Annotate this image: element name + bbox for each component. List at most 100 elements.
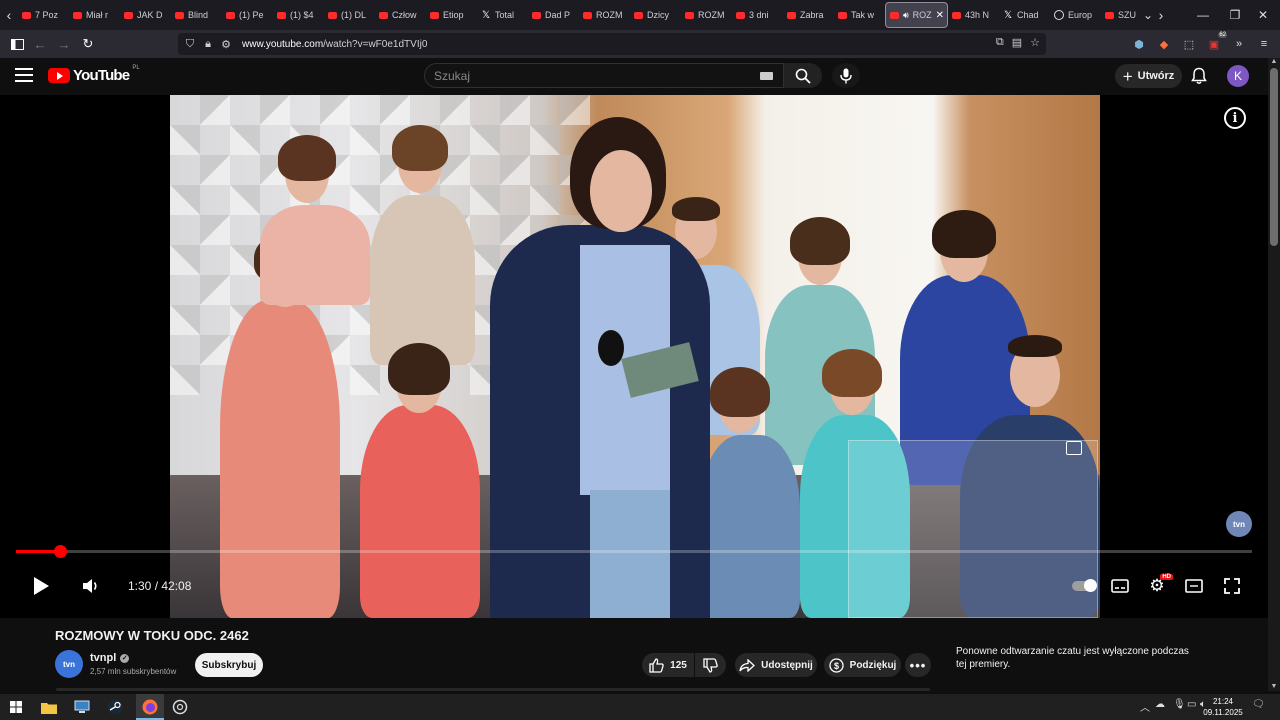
tab-audio-icon[interactable]: 🔊︎ [903,10,909,21]
sidebar-toggle-icon[interactable] [5,32,29,56]
steam-icon[interactable] [105,697,125,717]
url-text[interactable]: www.youtube.com/watch?v=wF0e1dTVIj0 [242,39,427,50]
hd-badge: HD [1160,574,1173,580]
lock-icon[interactable]: 🔒︎ [202,38,214,51]
info-icon[interactable]: i [1224,107,1246,129]
notifications-icon[interactable]: 🗨︎ [1252,699,1265,710]
tab-scroll-left-button[interactable]: ‹ [0,0,18,30]
forward-button[interactable]: → [52,32,76,56]
video-player[interactable]: i tvn 1:30 / 42:08 ⚙ HD [0,95,1268,618]
thanks-button[interactable]: $ Podziękuj [824,653,901,677]
browser-tab[interactable]: 𝕏 Total [477,2,528,28]
progress-bar[interactable] [16,545,1252,558]
share-button[interactable]: Udostępnij [735,653,817,677]
keyboard-icon[interactable] [760,72,773,80]
onedrive-cloud-icon[interactable]: ☁ [1155,699,1165,710]
browser-tab[interactable]: (1) DL [324,2,375,28]
video-frame[interactable] [170,95,1100,618]
chatgpt-icon[interactable] [170,697,190,717]
browser-tab[interactable]: Dzicy [630,2,681,28]
browser-tab[interactable]: (1) $4 [273,2,324,28]
browser-tab[interactable]: 𝕏 Chad [999,2,1050,28]
tab-label: ROZM [698,10,725,20]
subscribe-button[interactable]: Subskrybuj [195,653,263,677]
search-input[interactable]: Szukaj [424,63,784,88]
reload-button[interactable]: ↻ [76,32,100,56]
theater-mode-button[interactable] [1182,572,1206,600]
channel-name-link[interactable]: tvnpl ✓ [90,652,130,664]
browser-tab[interactable]: Miał r [69,2,120,28]
guide-menu-icon[interactable] [15,68,33,82]
app-menu-icon[interactable]: ≡ [1256,36,1272,52]
overflow-menu-icon[interactable]: » [1231,36,1247,52]
browser-tab[interactable]: Człow [375,2,426,28]
tracking-shield-icon[interactable]: ⛉ [184,38,196,51]
extensions-icon[interactable]: ⬚ [1181,36,1197,52]
list-all-tabs-button[interactable]: ⌄ [1131,0,1165,30]
play-button[interactable] [28,572,54,600]
microphone-tray-icon[interactable]: 🎙︎ [1173,699,1186,710]
browser-tab[interactable]: Etiop [426,2,477,28]
browser-tab[interactable]: Europ [1050,2,1101,28]
minimize-button[interactable]: — [1186,0,1220,30]
browser-tab[interactable]: 7 Poz [18,2,69,28]
extension-shield-icon[interactable]: ⬢ [1131,36,1147,52]
voice-search-button[interactable] [832,63,860,88]
volume-button[interactable] [80,572,102,600]
browser-tab[interactable]: 🔊︎ ROZ ✕ [885,2,948,28]
audience-person [360,405,480,618]
address-bar[interactable]: ⛉ 🔒︎ ⚙ www.youtube.com/watch?v=wF0e1dTVI… [178,33,1046,55]
browser-tab[interactable]: Tak w [834,2,885,28]
notifications-bell-icon[interactable] [1190,67,1208,85]
autoplay-toggle[interactable] [1071,572,1097,600]
description-box-edge[interactable] [56,688,930,691]
more-actions-button[interactable]: ••• [905,653,931,677]
progress-scrubber[interactable] [54,545,67,558]
remote-desktop-icon[interactable] [72,697,92,717]
settings-button[interactable]: ⚙ HD [1145,572,1173,600]
browser-tab[interactable]: Blind [171,2,222,28]
browser-tab[interactable]: 43h N [948,2,999,28]
scroll-down-arrow[interactable]: ▼ [1270,683,1278,691]
scroll-up-arrow[interactable]: ▲ [1270,58,1278,66]
extension-fox-icon[interactable]: ◆ [1156,36,1172,52]
show-hidden-icons-icon[interactable]: ︿ [1140,699,1150,714]
close-window-button[interactable]: ✕ [1246,0,1280,30]
share-label: Udostępnij [761,659,813,671]
miniplayer-hint-icon[interactable] [1066,441,1082,455]
close-tab-icon[interactable]: ✕ [936,10,944,21]
picture-in-picture-icon[interactable]: ⧉ [996,36,1004,49]
browser-tab[interactable]: Zabra [783,2,834,28]
youtube-logo[interactable]: YouTube PL [48,65,140,84]
channel-avatar[interactable]: tvn [55,650,83,678]
permissions-icon[interactable]: ⚙ [220,38,232,51]
browser-tab[interactable]: ROZM [579,2,630,28]
scroll-thumb[interactable] [1270,68,1278,246]
fullscreen-button[interactable] [1220,572,1244,600]
channel-name[interactable]: tvnpl [90,652,116,664]
bookmark-star-icon[interactable]: ☆ [1030,36,1040,49]
browser-tab[interactable]: JAK D [120,2,171,28]
youtube-favicon-icon [22,11,31,19]
file-explorer-icon[interactable] [39,697,59,717]
page-scrollbar[interactable]: ▲ ▼ [1268,58,1280,691]
browser-tab[interactable]: (1) Pe [222,2,273,28]
browser-tab[interactable]: 3 dni [732,2,783,28]
like-button[interactable]: 125 [642,653,694,677]
tab-label: ROZ [912,10,932,20]
tvn-watermark[interactable]: tvn [1226,511,1252,537]
reader-view-icon[interactable]: ▤ [1012,36,1022,49]
browser-tab[interactable]: Dad P [528,2,579,28]
extension-badge-icon[interactable]: ▣ 62 [1206,32,1227,52]
search-button[interactable] [784,63,822,88]
create-button[interactable]: + Utwórz [1115,64,1182,88]
dislike-button[interactable] [695,653,726,677]
windows-start-icon[interactable] [6,697,26,717]
account-avatar[interactable]: K [1227,65,1249,87]
network-icon[interactable]: ▭ [1187,699,1196,710]
subtitles-button[interactable] [1108,572,1132,600]
browser-tab[interactable]: ROZM [681,2,732,28]
taskbar-clock[interactable]: 21:24 09.11.2025 [1198,696,1248,718]
firefox-icon[interactable] [140,697,160,717]
back-button[interactable]: ← [28,32,52,56]
